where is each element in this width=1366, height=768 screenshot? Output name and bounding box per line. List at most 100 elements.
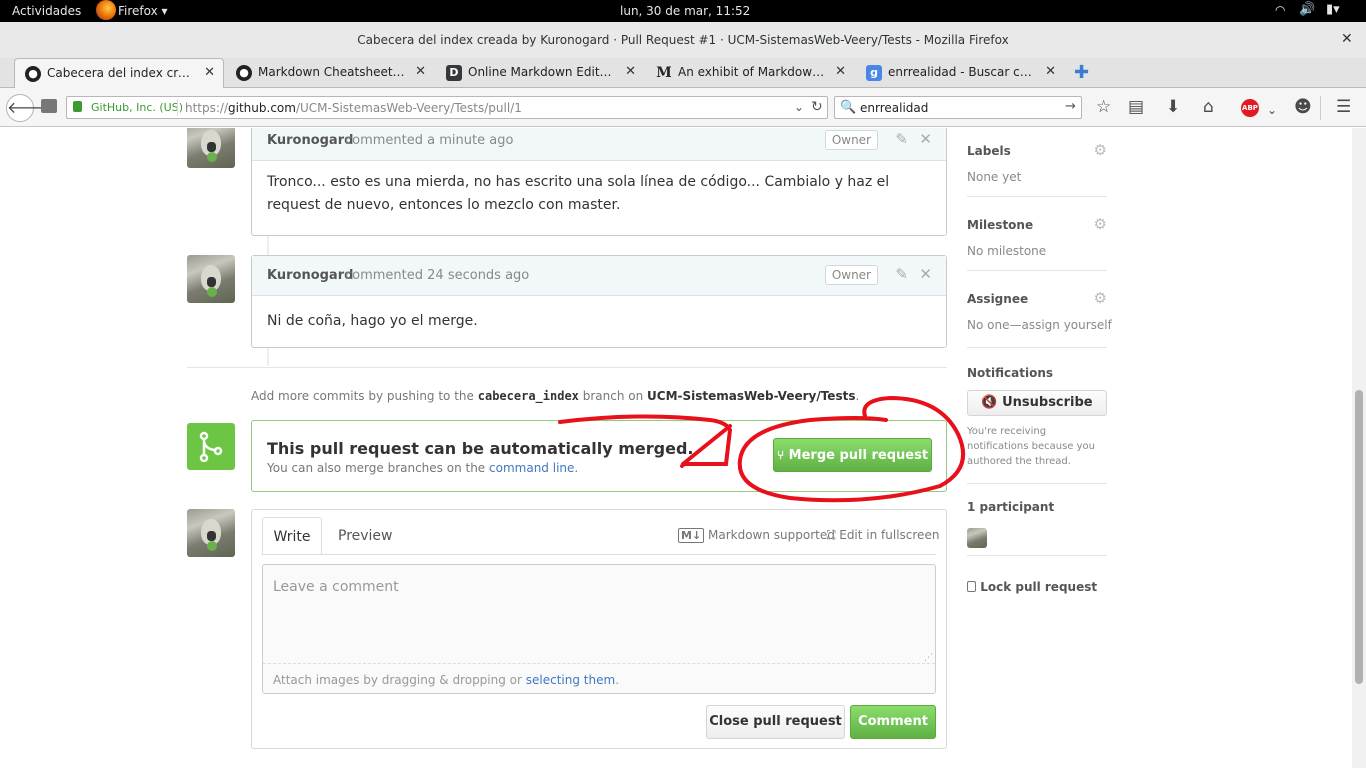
editor-tab-divider [262,554,936,555]
tab-preview[interactable]: Preview [338,528,393,544]
battery-icon[interactable]: ▮▾ [1326,2,1340,17]
clock[interactable]: lun, 30 de mar, 11:52 [620,4,750,18]
notifications-title: Notifications [967,366,1054,380]
push-hint-text: Add more commits by pushing to the [251,389,474,403]
markdown-icon: M↓ [678,528,705,543]
tab-strip: ● Cabecera del index creada by Kuronogar… [0,58,1366,88]
mute-icon: 🔇 [981,395,998,410]
unsubscribe-button[interactable]: 🔇 Unsubscribe [967,390,1107,416]
window-close-icon[interactable]: ✕ [1341,31,1353,47]
page-content: Kuronogard commented a minute ago Owner … [0,128,1366,768]
window-title: Cabecera del index creada by Kuronogard … [357,33,1009,47]
fullscreen-button[interactable]: ⛶ Edit in fullscreen [827,528,939,543]
reload-icon[interactable]: ↻ [811,99,823,115]
back-button-icon[interactable]: 🡐 [6,94,50,122]
window-title-bar: Cabecera del index creada by Kuronogard … [0,22,1366,58]
resize-handle-icon[interactable]: ⋰ [924,653,933,663]
url-dropdown-icon[interactable]: ⌄ [794,100,804,114]
google-icon: g [866,65,882,81]
adblock-icon[interactable]: ABP [1241,99,1259,117]
close-tab-icon[interactable]: ✕ [1045,64,1056,79]
firefox-logo-icon [96,0,116,20]
new-tab-icon[interactable]: ✚ [1074,62,1089,83]
site-identity[interactable]: GitHub, Inc. (US) [91,101,183,114]
tab-markdown-exhibit[interactable]: M An exhibit of Markdown — Markdown ✕ [646,58,854,88]
delete-comment-icon[interactable]: ✕ [919,130,932,148]
select-files-link[interactable]: selecting them [526,673,615,687]
comment-textarea[interactable]: Leave a comment Attach images by draggin… [262,564,936,694]
search-bar[interactable]: 🔍 enrrealidad → [834,96,1082,119]
labels-gear-icon[interactable]: ⚙ [1094,141,1107,159]
red-annotation [558,395,966,503]
menu-icon[interactable]: ☰ [1336,97,1351,117]
tab-google-search[interactable]: g enrrealidad - Buscar con Google ✕ [856,58,1064,88]
medium-icon: M [656,65,672,81]
toolbar-divider [1320,96,1321,120]
tab-label: Cabecera del index creada by Kuronogard [47,66,195,80]
labels-title: Labels [967,144,1011,158]
system-top-bar: Actividades Firefox ▾ lun, 30 de mar, 11… [0,0,1366,22]
app-menu[interactable]: Firefox ▾ [118,4,168,18]
volume-icon[interactable]: 🔊 [1299,2,1315,17]
tab-dillinger[interactable]: D Online Markdown Editor - Dillinger ✕ [436,58,644,88]
markdown-hint[interactable]: M↓ Markdown supported [678,528,835,543]
close-tab-icon[interactable]: ✕ [835,64,846,79]
close-tab-icon[interactable]: ✕ [204,65,215,80]
downloads-icon[interactable]: ⬇ [1166,97,1180,117]
merge-subtitle-text: You can also merge branches on the [267,461,486,475]
close-tab-icon[interactable]: ✕ [625,64,636,79]
fullscreen-label: Edit in fullscreen [839,528,940,542]
edit-pencil-icon[interactable]: ✎ [895,130,908,148]
labels-value: None yet [967,170,1022,184]
assignee-section: Assignee ⚙ No one—assign yourself [967,276,1112,348]
lock-label: Lock pull request [980,580,1098,594]
close-pull-request-button[interactable]: Close pull request [706,705,845,739]
search-go-icon[interactable]: → [1065,99,1076,114]
search-input[interactable]: enrrealidad [860,101,928,115]
participant-avatar[interactable] [967,528,987,548]
github-icon: ● [236,65,252,81]
assignee-gear-icon[interactable]: ⚙ [1094,289,1107,307]
home-icon[interactable]: ⌂ [1203,97,1214,117]
close-tab-icon[interactable]: ✕ [415,64,426,79]
owner-badge: Owner [824,265,878,285]
url-text[interactable]: https://github.com/UCM-SistemasWeb-Veery… [185,101,522,115]
comment-author[interactable]: Kuronogard [267,268,353,283]
comment-header: Kuronogard commented 24 seconds ago Owne… [252,256,946,296]
markdown-hint-label: Markdown supported [708,528,835,542]
wifi-icon[interactable]: ◠ [1275,3,1285,17]
comment-author[interactable]: Kuronogard [267,133,353,148]
comment-placeholder: Leave a comment [273,579,399,595]
milestone-gear-icon[interactable]: ⚙ [1094,215,1107,233]
comment-time[interactable]: commented a minute ago [345,133,513,148]
url-divider [177,99,178,116]
lock-pull-request-button[interactable]: Lock pull request [967,580,1097,594]
tab-write[interactable]: Write [262,517,322,555]
search-engine-icon[interactable]: 🔍 [840,100,856,115]
drop-zone-divider [263,663,935,664]
scrollbar-track[interactable] [1352,128,1366,768]
emoji-addon-icon[interactable]: ☻ [1294,97,1312,117]
tab-label: enrrealidad - Buscar con Google [888,65,1036,79]
adblock-menu-icon[interactable]: ⌄ [1267,100,1277,120]
url-bar[interactable]: GitHub, Inc. (US) https://github.com/UCM… [66,96,828,119]
activities-button[interactable]: Actividades [12,4,81,18]
comment: Kuronogard commented a minute ago Owner … [251,128,947,236]
tab-label: An exhibit of Markdown — Markdown [678,65,826,79]
tab-pull-request[interactable]: ● Cabecera del index creada by Kuronogar… [14,58,224,88]
delete-comment-icon[interactable]: ✕ [919,265,932,283]
avatar[interactable] [187,255,235,303]
history-icon[interactable] [41,99,57,113]
avatar[interactable] [187,509,235,557]
tab-markdown-cheatsheet[interactable]: ● Markdown Cheatsheet · adam-p ✕ [226,58,434,88]
edit-pencil-icon[interactable]: ✎ [895,265,908,283]
navigation-bar: 🡐 GitHub, Inc. (US) https://github.com/U… [0,88,1366,127]
avatar[interactable] [187,128,235,168]
reading-list-icon[interactable]: ▤ [1128,97,1144,117]
assign-yourself-link[interactable]: No one—assign yourself [967,318,1112,332]
comment-time[interactable]: commented 24 seconds ago [345,268,529,283]
scrollbar-thumb[interactable] [1355,390,1363,684]
bookmark-star-icon[interactable]: ☆ [1096,97,1111,117]
comment-button[interactable]: Comment [850,705,936,739]
milestone-value: No milestone [967,244,1047,258]
